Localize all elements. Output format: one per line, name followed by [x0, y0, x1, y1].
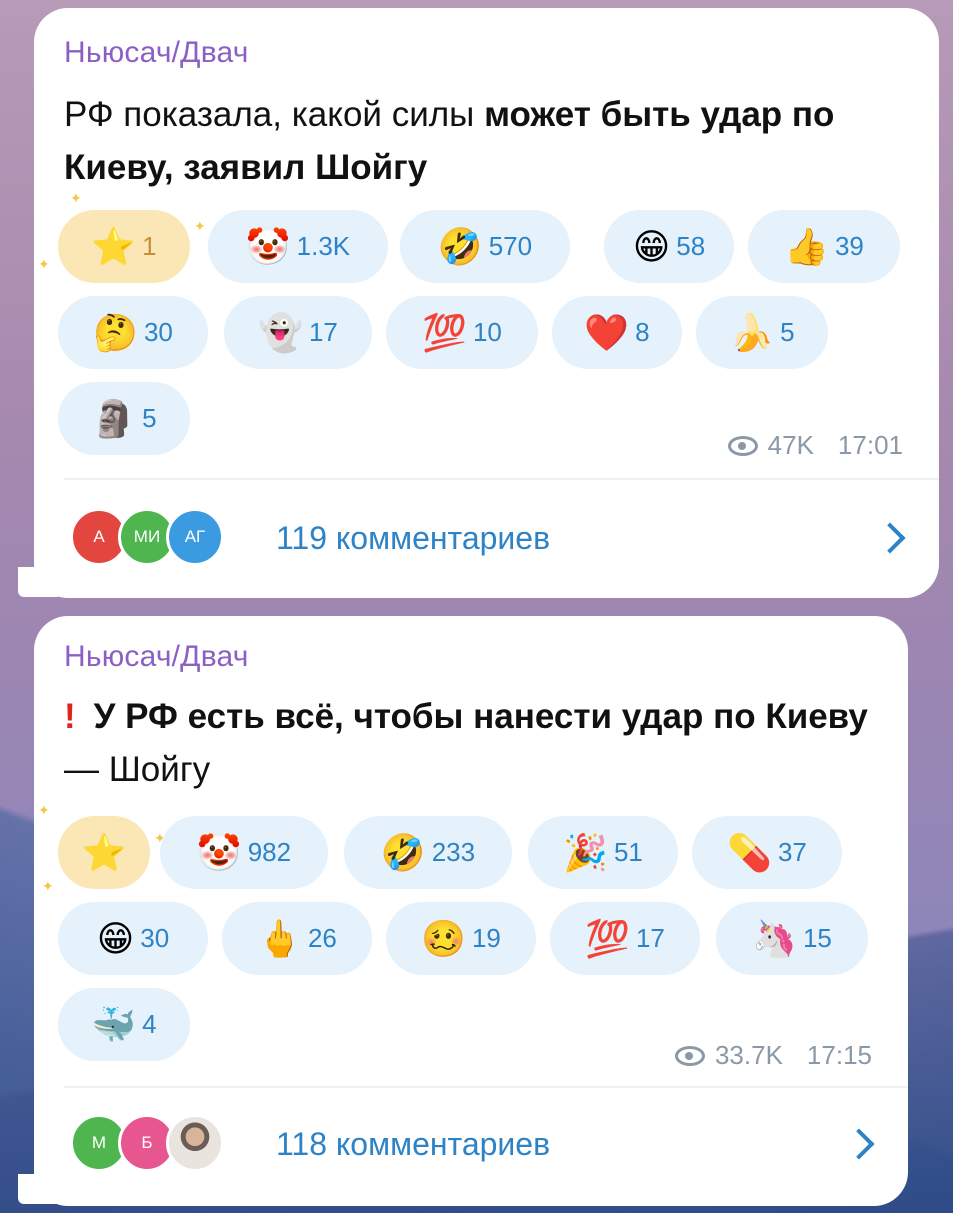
comments-button[interactable]: М Б 118 комментариев [70, 1104, 878, 1184]
sparkle-icon: ✦ [38, 256, 50, 272]
message-time: 17:15 [806, 1040, 872, 1070]
reaction-woozy[interactable]: 🥴 19 [386, 902, 536, 975]
avatar: АГ [166, 508, 224, 566]
reaction-star[interactable]: ⭐ 1 [58, 210, 190, 283]
comments-count: 118 комментариев [276, 1125, 551, 1162]
message-text-normal: РФ показала, какой силы [64, 95, 485, 134]
divider [64, 1086, 908, 1088]
star-icon: ⭐ [91, 225, 137, 267]
message-text: РФ показала, какой силы может быть удар … [64, 88, 909, 194]
sparkle-icon: ✦ [42, 878, 54, 894]
rofl-icon: 🤣 [437, 225, 483, 267]
reaction-pill[interactable]: 💊 37 [692, 816, 842, 889]
reaction-heart[interactable]: ❤️ 8 [552, 296, 682, 369]
pill-icon: 💊 [727, 831, 772, 873]
message-time: 17:01 [837, 430, 903, 460]
commenter-avatars: А МИ АГ [70, 508, 250, 568]
party-popper-icon: 🎉 [563, 831, 608, 873]
banana-icon: 🍌 [729, 311, 775, 353]
ghost-icon: 👻 [258, 311, 303, 353]
woozy-face-icon: 🥴 [421, 917, 466, 959]
unicorn-icon: 🦄 [752, 917, 797, 959]
view-count: 47K [767, 430, 814, 460]
message-bubble-2[interactable]: Ньюсач/Двач ! У РФ есть всё, чтобы нанест… [34, 616, 908, 1206]
reaction-thinking[interactable]: 🤔 30 [58, 296, 208, 369]
reaction-hundred[interactable]: 💯 17 [550, 902, 700, 975]
star-icon: ⭐ [81, 831, 127, 873]
message-text-normal: — Шойгу [64, 750, 211, 789]
chevron-right-icon [843, 1128, 875, 1160]
message-text-bold: У РФ есть всё, чтобы нанести удар по Кие… [93, 697, 868, 736]
moai-icon: 🗿 [91, 397, 137, 439]
reaction-clown[interactable]: 🤡 982 [160, 816, 328, 889]
eye-icon [727, 435, 758, 456]
reaction-thumbs-up[interactable]: 👍 39 [748, 210, 900, 283]
grin-icon: 😁 [96, 917, 135, 959]
chevron-right-icon [874, 522, 906, 554]
message-text: ! У РФ есть всё, чтобы нанести удар по Ки… [64, 690, 878, 796]
sparkle-icon: ✦ [70, 190, 82, 206]
reaction-moai[interactable]: 🗿 5 [58, 382, 190, 455]
sparkle-icon: ✦ [194, 218, 206, 234]
message-meta: 33.7K 17:15 [674, 1040, 872, 1071]
message-bubble-1[interactable]: Ньюсач/Двач РФ показала, какой силы може… [34, 8, 939, 598]
clown-icon: 🤡 [245, 225, 291, 267]
reaction-grin[interactable]: 😁 58 [604, 210, 734, 283]
heart-icon: ❤️ [584, 311, 630, 353]
channel-name[interactable]: Ньюсач/Двач [64, 640, 249, 674]
clown-icon: 🤡 [196, 831, 242, 873]
reaction-banana[interactable]: 🍌 5 [696, 296, 828, 369]
thumbs-up-icon: 👍 [784, 225, 829, 267]
hundred-icon: 💯 [585, 917, 630, 959]
reaction-unicorn[interactable]: 🦄 15 [716, 902, 868, 975]
comments-button[interactable]: А МИ АГ 119 комментариев [70, 498, 909, 578]
reaction-rofl[interactable]: 🤣 233 [344, 816, 512, 889]
reaction-ghost[interactable]: 👻 17 [224, 296, 372, 369]
reaction-rofl[interactable]: 🤣 570 [400, 210, 570, 283]
channel-name[interactable]: Ньюсач/Двач [64, 36, 249, 70]
hundred-icon: 💯 [422, 311, 467, 353]
comments-count: 119 комментариев [276, 519, 551, 556]
message-meta: 47K 17:01 [727, 430, 903, 461]
reaction-grin[interactable]: 😁 30 [58, 902, 208, 975]
divider [64, 478, 939, 480]
rofl-icon: 🤣 [380, 831, 426, 873]
reaction-star[interactable]: ⭐ [58, 816, 150, 889]
reaction-middle-finger[interactable]: 🖕 26 [222, 902, 372, 975]
exclamation-icon: ! [64, 697, 76, 736]
reaction-whale[interactable]: 🐳 4 [58, 988, 190, 1061]
grin-icon: 😁 [632, 225, 671, 267]
reaction-hundred[interactable]: 💯 10 [386, 296, 538, 369]
view-count: 33.7K [714, 1040, 783, 1070]
middle-finger-icon: 🖕 [257, 917, 302, 959]
avatar-photo [166, 1114, 224, 1172]
commenter-avatars: М Б [70, 1114, 250, 1174]
eye-icon [674, 1045, 705, 1066]
whale-icon: 🐳 [91, 1003, 137, 1045]
reaction-clown[interactable]: 🤡 1.3K [208, 210, 388, 283]
sparkle-icon: ✦ [38, 802, 50, 818]
reaction-party[interactable]: 🎉 51 [528, 816, 678, 889]
thinking-icon: 🤔 [93, 311, 138, 353]
